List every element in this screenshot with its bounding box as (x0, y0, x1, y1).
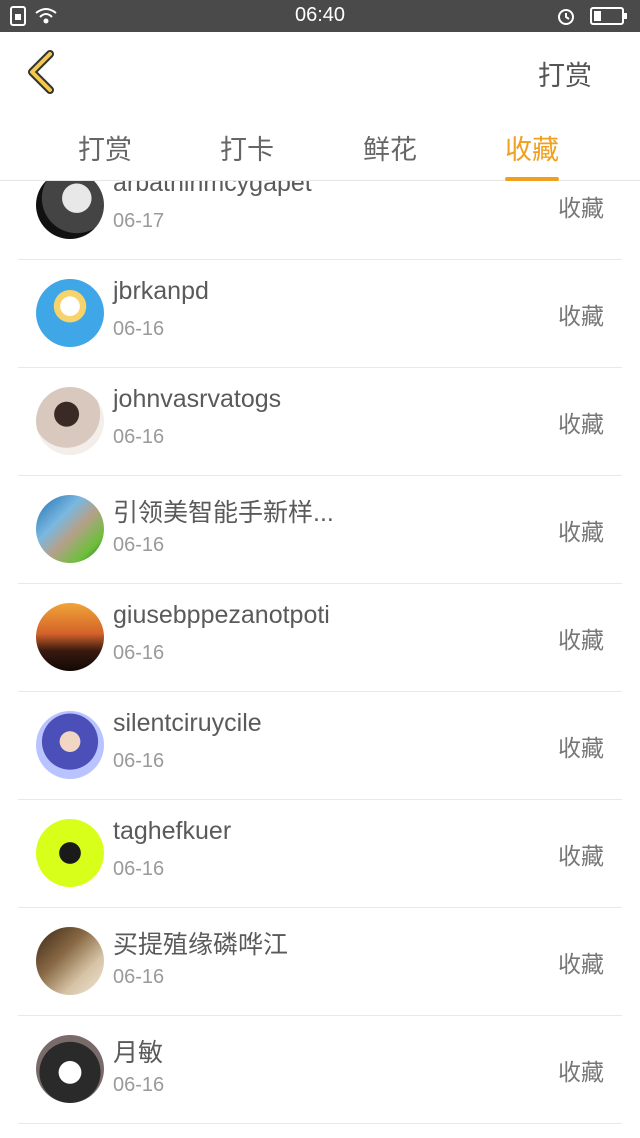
favorites-list[interactable]: arbathinmcygapet 06-17 收藏 jbrkanpd 06-16… (0, 181, 640, 1138)
avatar (36, 711, 104, 779)
item-date: 06-16 (113, 750, 165, 772)
item-date: 06-17 (113, 210, 165, 232)
item-action-label: 收藏 (558, 1060, 604, 1086)
avatar (36, 279, 104, 347)
list-item[interactable]: johnvasrvatogs 06-16 收藏 (18, 367, 622, 476)
item-date: 06-16 (113, 318, 165, 340)
item-action-label: 收藏 (558, 952, 604, 978)
tab-label: 鲜花 (363, 135, 417, 166)
status-right (556, 6, 628, 26)
status-bar: 06:40 (0, 0, 640, 32)
tab-label: 收藏 (505, 135, 559, 166)
tab-label: 打赏 (78, 135, 132, 166)
item-action-label: 收藏 (558, 412, 604, 438)
clock: 06:40 (294, 4, 346, 26)
user-name: 买提殖缘磷哗江 (113, 931, 289, 959)
item-action-label: 收藏 (558, 844, 604, 870)
item-date: 06-16 (113, 426, 165, 448)
alarm-icon (558, 9, 574, 25)
item-date: 06-16 (113, 1074, 165, 1096)
user-name: taghefkuer (113, 817, 232, 845)
tab-checkin[interactable]: 打卡 (220, 128, 274, 167)
user-name: silentciruycile (113, 709, 262, 737)
tab-flowers[interactable]: 鲜花 (363, 128, 417, 167)
battery-icon (590, 7, 627, 25)
avatar (36, 603, 104, 671)
item-date: 06-16 (113, 966, 165, 988)
back-icon[interactable] (24, 50, 60, 94)
list-item[interactable]: 月敏 06-16 收藏 (18, 1015, 622, 1124)
item-action-label: 收藏 (558, 520, 604, 546)
item-date: 06-16 (113, 642, 165, 664)
item-action-label: 收藏 (558, 628, 604, 654)
item-date: 06-16 (113, 858, 165, 880)
item-action-label: 收藏 (558, 304, 604, 330)
item-date: 06-16 (113, 534, 165, 556)
list-item[interactable]: taghefkuer 06-16 收藏 (18, 799, 622, 908)
user-name: 月敏 (113, 1039, 164, 1067)
item-action-label: 收藏 (558, 736, 604, 762)
user-name: arbathinmcygapet (113, 181, 312, 197)
user-name: johnvasrvatogs (113, 385, 282, 413)
list-item[interactable]: giusebppezanotpoti 06-16 收藏 (18, 583, 622, 692)
user-name: giusebppezanotpoti (113, 601, 330, 629)
tab-favorites[interactable]: 收藏 (505, 128, 559, 181)
avatar (36, 387, 104, 455)
avatar (36, 927, 104, 995)
avatar (36, 1035, 104, 1103)
avatar (36, 495, 104, 563)
list-item[interactable]: jbrkanpd 06-16 收藏 (18, 259, 622, 368)
list-item[interactable]: arbathinmcygapet 06-17 收藏 (18, 181, 622, 260)
reward-button[interactable]: 打赏 (538, 54, 592, 93)
list-item[interactable]: 引领美智能手新样... 06-16 收藏 (18, 475, 622, 584)
list-item[interactable]: 买提殖缘磷哗江 06-16 收藏 (18, 907, 622, 1016)
item-action-label: 收藏 (558, 196, 604, 222)
avatar (36, 819, 104, 887)
avatar (36, 181, 104, 239)
header: 打赏 (0, 32, 640, 110)
user-name: 引领美智能手新样... (113, 499, 334, 527)
tab-reward[interactable]: 打赏 (78, 128, 132, 167)
user-name: jbrkanpd (113, 277, 209, 305)
list-item[interactable]: silentciruycile 06-16 收藏 (18, 691, 622, 800)
tab-bar: 打赏 打卡 鲜花 收藏 (0, 110, 640, 181)
tab-label: 打卡 (220, 135, 274, 166)
